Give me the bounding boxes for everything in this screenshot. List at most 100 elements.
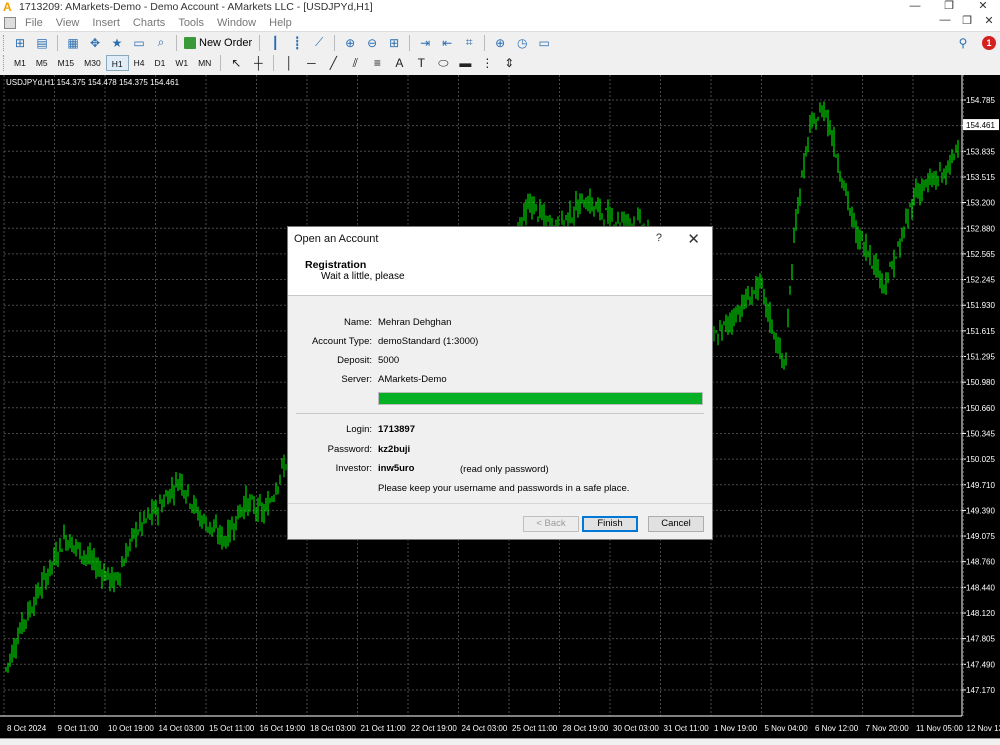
price-tick-label: 150.345 <box>966 429 995 438</box>
chart-symbol-info: USDJPYd,H1 154.375 154.478 154.375 154.4… <box>6 78 180 87</box>
child-close-button[interactable]: ✕ <box>978 14 1000 27</box>
server-value: AMarkets-Demo <box>378 374 447 385</box>
cancel-button[interactable]: Cancel <box>648 516 704 532</box>
divider <box>296 413 704 414</box>
notification-badge[interactable]: 1 <box>982 36 996 50</box>
new-chart-icon[interactable]: ⊞ <box>10 34 30 52</box>
toolbar-grip[interactable] <box>3 34 6 51</box>
timeframe-m30[interactable]: M30 <box>79 55 106 71</box>
investor-label: Investor: <box>335 463 372 474</box>
arrows-icon[interactable]: ⇕ <box>499 54 519 72</box>
deposit-label: Deposit: <box>337 355 372 366</box>
price-tick-label: 154.785 <box>966 96 995 105</box>
tile-windows-icon[interactable]: ⊞ <box>384 34 404 52</box>
menu-window[interactable]: Window <box>213 17 265 29</box>
menu-charts[interactable]: Charts <box>129 17 174 29</box>
account-type-value: demoStandard (1:3000) <box>378 336 479 347</box>
investor-value[interactable]: inw5uro <box>378 463 414 474</box>
time-tick-label: 16 Oct 19:00 <box>260 724 306 733</box>
chart-shift-icon[interactable]: ⇤ <box>437 34 457 52</box>
price-tick-label: 153.515 <box>966 173 995 182</box>
auto-scroll-icon[interactable]: ⇥ <box>415 34 435 52</box>
grid-icon[interactable]: ⌗ <box>459 34 479 52</box>
vertical-line-icon[interactable]: │ <box>279 54 299 72</box>
profiles-icon[interactable]: ▤ <box>32 34 52 52</box>
new-order-button[interactable]: New Order <box>181 34 255 52</box>
ellipse-icon[interactable]: ⬭ <box>433 54 453 72</box>
text-icon[interactable]: A <box>389 54 409 72</box>
price-tick-label: 149.390 <box>966 506 995 515</box>
window-titlebar: A 1713209: AMarkets-Demo - Demo Account … <box>0 0 1000 14</box>
gann-grid-icon[interactable]: ⋮ <box>477 54 497 72</box>
login-value[interactable]: 1713897 <box>378 424 415 435</box>
help-icon[interactable]: ? <box>656 232 662 244</box>
market-watch-icon[interactable]: ▦ <box>63 34 83 52</box>
name-value: Mehran Dehghan <box>378 317 452 328</box>
zoom-in-icon[interactable]: ⊕ <box>340 34 360 52</box>
price-tick-label: 148.760 <box>966 558 995 567</box>
dialog-subheading: Wait a little, please <box>321 271 405 282</box>
price-tick-label: 147.805 <box>966 635 995 644</box>
timeframe-m5[interactable]: M5 <box>31 55 53 71</box>
current-price-label: 154.461 <box>966 121 995 130</box>
time-tick-label: 5 Nov 04:00 <box>765 724 809 733</box>
registration-progress-bar <box>378 392 703 405</box>
price-tick-label: 149.075 <box>966 532 995 541</box>
timeframe-d1[interactable]: D1 <box>149 55 170 71</box>
menu-tools[interactable]: Tools <box>174 17 213 29</box>
maximize-button[interactable]: ❐ <box>932 0 966 14</box>
child-minimize-button[interactable]: — <box>934 14 956 27</box>
back-button[interactable]: < Back <box>523 516 579 532</box>
timeframe-h1[interactable]: H1 <box>105 55 129 71</box>
strategy-tester-icon[interactable]: ⌕ <box>151 34 171 52</box>
horizontal-line-icon[interactable]: ─ <box>301 54 321 72</box>
crosshair-icon[interactable]: ┼ <box>248 54 268 72</box>
search-icon[interactable]: ⚲ <box>953 34 973 52</box>
timeframe-m15[interactable]: M15 <box>53 55 80 71</box>
line-chart-icon[interactable]: ⟋ <box>309 34 329 52</box>
dialog-close-icon[interactable]: ✕ <box>687 230 700 248</box>
chart-window-icon[interactable] <box>4 16 16 29</box>
menu-file[interactable]: File <box>21 17 52 29</box>
bar-chart-icon[interactable]: ┃ <box>265 34 285 52</box>
password-label: Password: <box>327 444 372 455</box>
safety-note: Please keep your username and passwords … <box>378 483 630 494</box>
channel-icon[interactable]: ⫽ <box>345 54 365 72</box>
close-button[interactable]: ✕ <box>966 0 1000 14</box>
price-tick-label: 149.710 <box>966 481 995 490</box>
text-label-icon[interactable]: T <box>411 54 431 72</box>
price-tick-label: 152.245 <box>966 276 995 285</box>
finish-button[interactable]: Finish <box>582 516 638 532</box>
menu-insert[interactable]: Insert <box>88 17 129 29</box>
fibonacci-icon[interactable]: ≡ <box>367 54 387 72</box>
menu-view[interactable]: View <box>52 17 89 29</box>
time-tick-label: 28 Oct 19:00 <box>563 724 609 733</box>
templates-icon[interactable]: ▭ <box>534 34 554 52</box>
timeframe-h4[interactable]: H4 <box>129 55 150 71</box>
time-tick-label: 22 Oct 19:00 <box>411 724 457 733</box>
timeframe-w1[interactable]: W1 <box>170 55 193 71</box>
indicators-icon[interactable]: ⊕ <box>490 34 510 52</box>
trendline-icon[interactable]: ╱ <box>323 54 343 72</box>
time-tick-label: 15 Oct 11:00 <box>209 724 255 733</box>
time-tick-label: 7 Nov 20:00 <box>866 724 910 733</box>
terminal-icon[interactable]: ▭ <box>129 34 149 52</box>
rectangle-icon[interactable]: ▬ <box>455 54 475 72</box>
navigator-icon[interactable]: ★ <box>107 34 127 52</box>
time-tick-label: 8 Oct 2024 <box>7 724 47 733</box>
timeframe-m1[interactable]: M1 <box>9 55 31 71</box>
time-tick-label: 30 Oct 03:00 <box>613 724 659 733</box>
zoom-out-icon[interactable]: ⊖ <box>362 34 382 52</box>
candlestick-icon[interactable]: ┋ <box>287 34 307 52</box>
timeframe-mn[interactable]: MN <box>193 55 216 71</box>
password-value[interactable]: kz2buji <box>378 444 410 455</box>
minimize-button[interactable]: — <box>898 0 932 14</box>
menu-help[interactable]: Help <box>265 17 301 29</box>
time-tick-label: 31 Oct 11:00 <box>664 724 710 733</box>
cursor-icon[interactable]: ↖ <box>226 54 246 72</box>
periods-icon[interactable]: ◷ <box>512 34 532 52</box>
price-tick-label: 151.930 <box>966 301 995 310</box>
time-tick-label: 24 Oct 03:00 <box>462 724 508 733</box>
child-restore-button[interactable]: ❐ <box>956 14 978 27</box>
data-window-icon[interactable]: ✥ <box>85 34 105 52</box>
